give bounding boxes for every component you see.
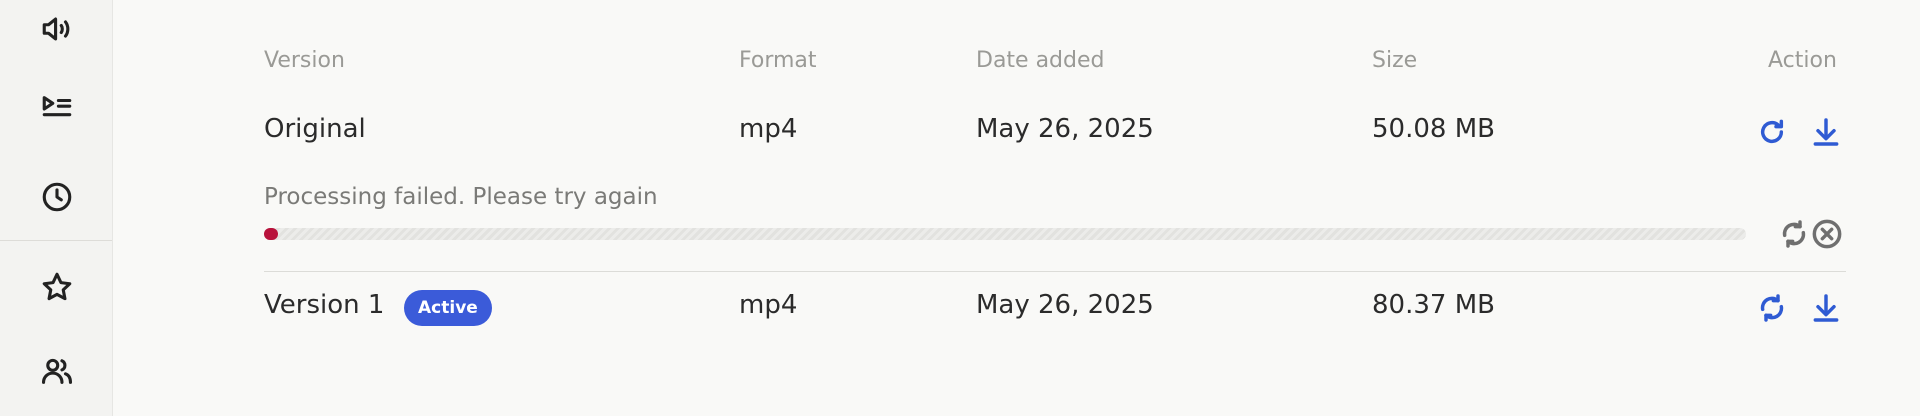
- sidebar-item-history[interactable]: [30, 170, 84, 224]
- header-version: Version: [264, 48, 345, 73]
- download-button[interactable]: [1806, 112, 1846, 152]
- download-icon: [1813, 118, 1839, 146]
- format-cell: mp4: [739, 290, 798, 320]
- size-cell: 80.37 MB: [1372, 290, 1495, 320]
- row-divider: [264, 271, 1846, 272]
- progress-bar: [264, 228, 1746, 240]
- processing-error-message: Processing failed. Please try again: [264, 184, 658, 210]
- users-icon: [41, 358, 73, 384]
- size-cell: 50.08 MB: [1372, 114, 1495, 144]
- sidebar-item-playlist[interactable]: [30, 82, 84, 136]
- star-icon: [42, 272, 72, 301]
- header-size: Size: [1372, 48, 1418, 73]
- version-name: Version 1: [264, 290, 385, 320]
- speaker-icon: [42, 17, 70, 41]
- download-icon: [1813, 294, 1839, 322]
- version-name: Original: [264, 114, 366, 144]
- retry-button[interactable]: [1752, 112, 1792, 152]
- sidebar-item-people[interactable]: [30, 344, 84, 398]
- download-button[interactable]: [1806, 288, 1846, 328]
- format-cell: mp4: [739, 114, 798, 144]
- sync-icon: [1760, 294, 1784, 322]
- refresh-icon: [1760, 119, 1784, 144]
- sidebar: [0, 0, 113, 416]
- cancel-processing-button[interactable]: [1807, 214, 1847, 254]
- header-format: Format: [739, 48, 817, 73]
- date-cell: May 26, 2025: [976, 114, 1154, 144]
- progress-fill: [264, 228, 278, 240]
- status-badge: Active: [404, 290, 492, 326]
- reprocess-button[interactable]: [1752, 288, 1792, 328]
- close-circle-icon: [1812, 219, 1842, 249]
- sidebar-item-favorites[interactable]: [30, 260, 84, 314]
- sync-icon: [1782, 220, 1806, 248]
- date-cell: May 26, 2025: [976, 290, 1154, 320]
- header-date-added: Date added: [976, 48, 1105, 73]
- versions-table: Version Format Date added Size Action Or…: [264, 0, 1846, 416]
- clock-icon: [42, 182, 72, 212]
- playlist-icon: [42, 96, 72, 117]
- header-action: Action: [1768, 48, 1837, 73]
- sidebar-item-audio[interactable]: [30, 2, 84, 56]
- sidebar-divider: [0, 240, 112, 241]
